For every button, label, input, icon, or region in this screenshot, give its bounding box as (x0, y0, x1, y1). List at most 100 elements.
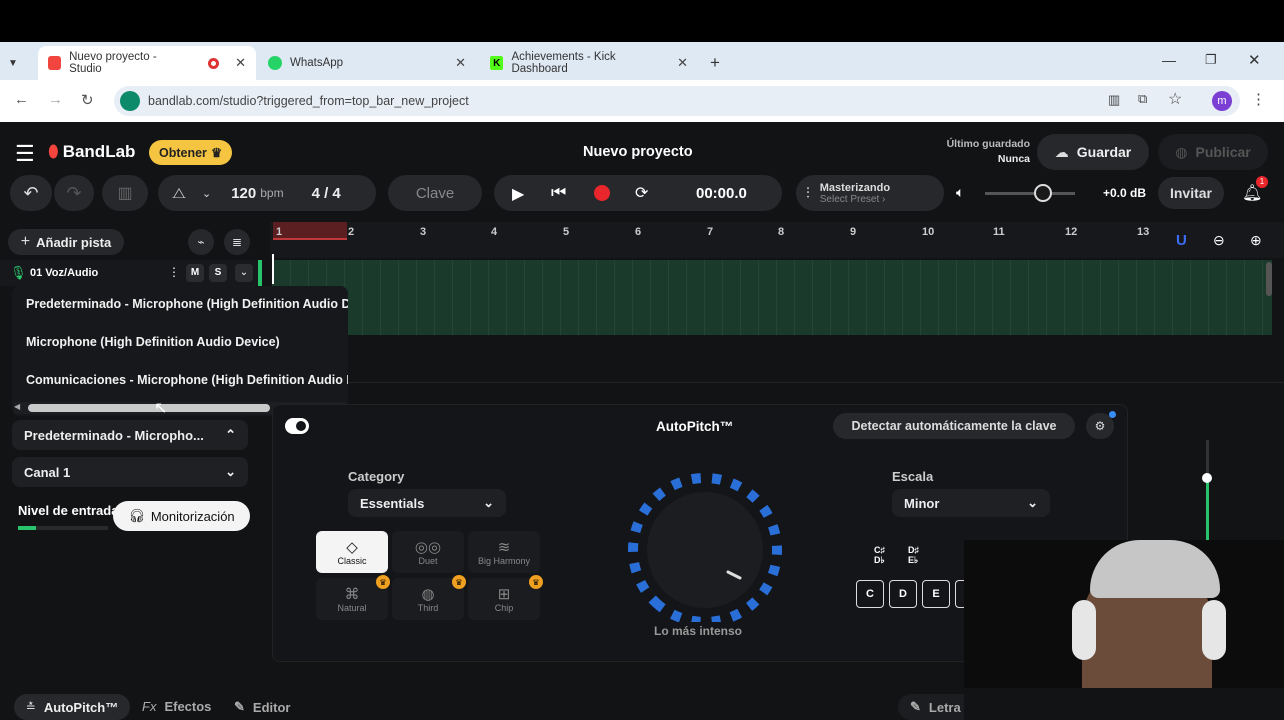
get-membership-button[interactable]: Obtener ♛ (149, 140, 233, 165)
zoom-in-icon[interactable]: ⊕ (1250, 232, 1262, 249)
piano-button[interactable]: ▥ (102, 175, 148, 211)
redo-button[interactable]: ↷ (54, 175, 94, 211)
window-close-icon[interactable]: ✕ (1248, 51, 1261, 69)
skip-to-start-icon[interactable]: ⏮ (551, 183, 566, 203)
detect-key-button[interactable]: Detectar automáticamente la clave (833, 413, 1075, 439)
ruler-bar-number[interactable]: 4 (491, 226, 497, 238)
project-title[interactable]: Nuevo proyecto (583, 144, 693, 160)
ruler-bar-number[interactable]: 13 (1137, 226, 1149, 238)
key-e[interactable]: E (922, 580, 950, 608)
track-name[interactable]: 01 Voz/Audio (30, 267, 98, 279)
undo-button[interactable]: ↶ (10, 175, 52, 211)
loop-icon[interactable]: ⟳ (635, 183, 648, 203)
url-input[interactable]: bandlab.com/studio?triggered_from=top_ba… (114, 86, 1240, 116)
ruler-bar-number[interactable]: 12 (1065, 226, 1077, 238)
master-volume-slider[interactable] (985, 192, 1075, 195)
ruler-bar-number[interactable]: 1 (276, 226, 282, 238)
scroll-left-icon[interactable]: ◀ (14, 402, 20, 411)
minimize-icon[interactable]: — (1162, 52, 1176, 68)
mute-button[interactable]: M (186, 264, 204, 282)
volume-slider-thumb[interactable] (1034, 184, 1052, 202)
ruler-bar-number[interactable]: 9 (850, 226, 856, 238)
track-menu-icon[interactable]: ⋮ (168, 265, 180, 279)
input-select[interactable]: Predeterminado - Micropho... ⌃ (12, 420, 248, 450)
input-option[interactable]: Comunicaciones - Microphone (High Defini… (26, 373, 348, 387)
tab-effects[interactable]: Fx Efectos (142, 699, 211, 714)
new-tab-button[interactable]: + (700, 46, 730, 80)
empty-track-area[interactable] (272, 335, 1284, 383)
metronome-icon[interactable]: ⧍ (172, 185, 186, 202)
publish-button[interactable]: ◍ Publicar (1158, 134, 1268, 170)
forward-icon[interactable]: → (48, 91, 63, 108)
bookmark-star-icon[interactable]: ☆ (1168, 89, 1182, 109)
mastering-button[interactable]: ⫶ Masterizando Select Preset › (796, 175, 944, 211)
ruler-bar-number[interactable]: 5 (563, 226, 569, 238)
ruler-bar-number[interactable]: 2 (348, 226, 354, 238)
restore-icon[interactable]: ❐ (1205, 52, 1217, 68)
tempo-value[interactable]: 120 (231, 185, 256, 202)
key-d[interactable]: D (889, 580, 917, 608)
horizontal-scroll-thumb[interactable] (28, 404, 270, 412)
speaker-icon[interactable]: 🔈︎ (956, 184, 964, 201)
key-button[interactable]: Clave (388, 175, 482, 211)
tab-search-button[interactable]: ▼ (8, 46, 30, 80)
preset-big-harmony[interactable]: ≋ Big Harmony (468, 531, 540, 573)
open-in-app-icon[interactable]: ⧉ (1138, 91, 1147, 107)
hamburger-menu-icon[interactable]: ☰ (15, 141, 35, 167)
ruler-bar-number[interactable]: 10 (922, 226, 934, 238)
track-settings-button[interactable]: ≣ (224, 229, 250, 255)
invite-button[interactable]: Invitar (1158, 177, 1224, 209)
scale-value: Minor (904, 495, 940, 511)
bandlab-logo[interactable]: ⬮ BandLab (48, 142, 135, 162)
channel-select[interactable]: Canal 1 ⌄ (12, 457, 248, 487)
ruler-bar-number[interactable]: 3 (420, 226, 426, 238)
ruler-bar-number[interactable]: 7 (707, 226, 713, 238)
track-expand-button[interactable]: ⌄ (235, 264, 253, 282)
ruler-bar-number[interactable]: 8 (778, 226, 784, 238)
loop-region[interactable] (273, 222, 347, 240)
chevron-down-icon[interactable]: ⌄ (202, 187, 211, 200)
vertical-scrollbar[interactable] (1266, 262, 1272, 296)
chevron-down-icon: ▼ (8, 57, 18, 69)
add-track-button[interactable]: + Añadir pista (8, 229, 124, 255)
preset-duet[interactable]: ◎◎ Duet (392, 531, 464, 573)
reading-mode-icon[interactable]: ▥ (1108, 92, 1120, 108)
playhead[interactable] (272, 254, 274, 284)
tab-lyrics[interactable]: ✎ Letra (898, 694, 964, 720)
ruler-bar-number[interactable]: 11 (993, 226, 1005, 238)
tab-bandlab[interactable]: Nuevo proyecto - Studio ✕ (38, 46, 256, 80)
track-lane[interactable] (272, 260, 1272, 335)
record-icon[interactable] (594, 185, 610, 201)
key-c[interactable]: C (856, 580, 884, 608)
site-info-icon[interactable] (120, 91, 140, 111)
close-icon[interactable]: ✕ (677, 55, 688, 71)
tab-whatsapp[interactable]: WhatsApp ✕ (258, 46, 476, 80)
scale-select[interactable]: Minor ⌄ (892, 489, 1050, 517)
play-icon[interactable]: ▶ (512, 184, 524, 204)
key-c-sharp[interactable]: C♯ D♭ (874, 545, 885, 565)
tab-kick[interactable]: K Achievements - Kick Dashboard ✕ (480, 46, 698, 80)
preset-classic[interactable]: ◇ Classic (316, 531, 388, 573)
time-signature[interactable]: 4 / 4 (312, 185, 341, 202)
ruler-bar-number[interactable]: 6 (635, 226, 641, 238)
input-option[interactable]: Microphone (High Definition Audio Device… (26, 335, 280, 349)
close-icon[interactable]: ✕ (235, 55, 246, 71)
profile-avatar[interactable]: m (1212, 91, 1232, 111)
back-icon[interactable]: ← (14, 91, 29, 108)
tab-autopitch[interactable]: ≛ AutoPitch™ (14, 694, 130, 720)
key-d-sharp[interactable]: D♯ E♭ (908, 545, 919, 565)
tab-editor[interactable]: ✎ Editor (234, 699, 290, 715)
zoom-out-icon[interactable]: ⊖ (1213, 232, 1225, 249)
monitoring-button[interactable]: 🎧︎ Monitorización (113, 501, 250, 531)
snap-magnet-icon[interactable]: U (1176, 232, 1187, 249)
reload-icon[interactable]: ↻ (81, 91, 94, 109)
solo-button[interactable]: S (209, 264, 227, 282)
input-option[interactable]: Predeterminado - Microphone (High Defini… (26, 297, 348, 311)
close-icon[interactable]: ✕ (455, 55, 466, 71)
track-fader-thumb[interactable] (1202, 473, 1212, 483)
save-button[interactable]: ☁ Guardar (1037, 134, 1149, 170)
menu-dots-icon[interactable]: ⋮ (1251, 90, 1266, 108)
category-select[interactable]: Essentials ⌄ (348, 489, 506, 517)
automation-button[interactable]: ⌁ (188, 229, 214, 255)
intensity-knob[interactable] (620, 472, 790, 622)
